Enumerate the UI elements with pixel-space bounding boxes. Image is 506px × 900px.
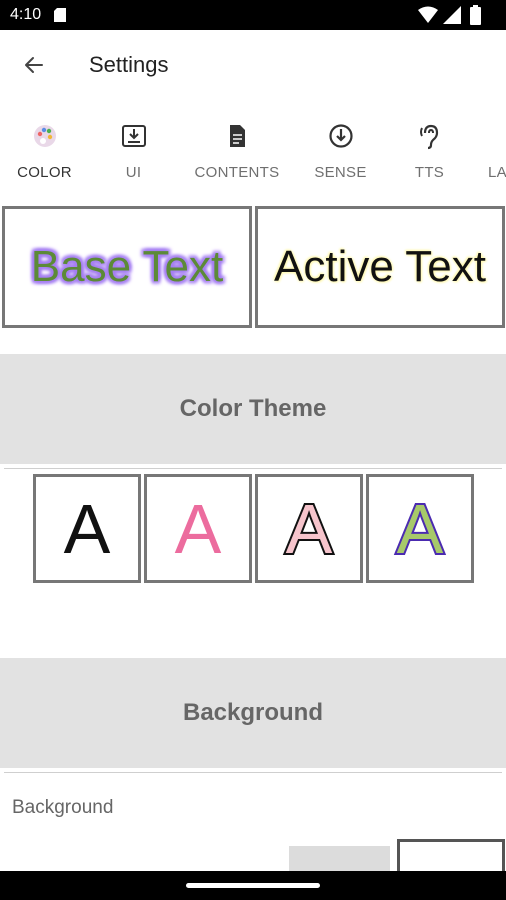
tab-sense[interactable]: SENSE [296,100,385,206]
tab-ui[interactable]: UI [89,100,178,206]
cell-signal-icon [443,6,461,29]
back-button[interactable] [16,50,52,80]
tab-tts[interactable]: TTS [385,100,474,206]
color-theme-header: Color Theme [0,354,506,464]
text-preview-row: Base Text Active Text [0,206,506,328]
hearing-icon [416,122,444,150]
divider [4,772,502,773]
battery-icon [470,5,481,30]
tab-language[interactable]: LA [474,100,506,206]
wifi-icon [418,6,438,28]
active-text-sample: Active Text [274,242,486,291]
navigation-bar [0,871,506,900]
theme-glyph: A [63,489,111,568]
sd-card-icon [54,8,66,27]
download-box-icon [120,122,148,150]
document-icon [223,122,251,150]
background-header: Background [0,658,506,768]
tab-label: UI [125,164,142,181]
section-title: Color Theme [179,395,327,422]
theme-option-green-purple[interactable]: A [366,474,474,583]
theme-glyph: A [284,489,335,568]
settings-tabs: COLOR UI CONTENTS SENSE TTS LA [0,100,506,206]
theme-glyph: A [174,489,222,568]
theme-option-pink-outlined[interactable]: A [255,474,363,583]
base-text-sample: Base Text [30,242,224,291]
page-title: Settings [89,52,169,77]
palette-icon [31,122,59,150]
theme-glyph: A [395,489,446,568]
tab-contents[interactable]: CONTENTS [182,100,292,206]
arrow-down-circle-icon [327,122,355,150]
status-time: 4:10 [10,6,42,23]
base-text-preview[interactable]: Base Text [2,206,252,328]
theme-option-black[interactable]: A [33,474,141,583]
section-title: Background [182,699,323,726]
home-gesture-handle[interactable] [186,883,320,888]
arrow-left-icon [25,57,43,73]
app-bar: Settings [0,30,506,100]
tab-label: COLOR [17,164,72,181]
tab-label: TTS [414,164,445,181]
theme-option-pink[interactable]: A [144,474,252,583]
tab-label: LA [488,164,506,181]
active-text-preview[interactable]: Active Text [255,206,505,328]
background-label: Background [12,797,114,818]
divider [4,468,502,469]
tab-label: SENSE [314,164,367,181]
color-theme-options: A A A A [33,474,475,583]
tab-label: CONTENTS [194,164,280,181]
tab-color[interactable]: COLOR [0,100,89,206]
status-bar: 4:10 [0,0,506,30]
